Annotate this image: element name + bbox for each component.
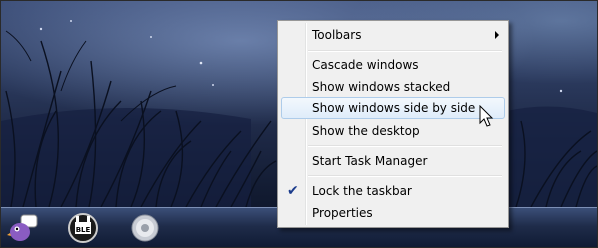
menu-item-label: Start Task Manager bbox=[312, 154, 428, 168]
uble-icon[interactable]: BLE bbox=[67, 212, 99, 244]
checkmark-icon: ✔ bbox=[287, 183, 299, 199]
menu-item-label: Lock the taskbar bbox=[312, 184, 412, 198]
menu-item-start-task-manager[interactable]: Start Task Manager bbox=[281, 150, 505, 172]
menu-item-label: Toolbars bbox=[312, 28, 362, 42]
menu-item-label: Show the desktop bbox=[312, 124, 420, 138]
menu-separator bbox=[308, 175, 502, 177]
speaker-icon[interactable] bbox=[129, 212, 161, 244]
menu-item-label: Properties bbox=[312, 206, 373, 220]
menu-item-show-windows-stacked[interactable]: Show windows stacked bbox=[281, 76, 505, 98]
svg-text:BLE: BLE bbox=[76, 226, 91, 234]
menu-item-show-windows-side-by-side[interactable]: Show windows side by side bbox=[281, 97, 505, 119]
menu-item-show-the-desktop[interactable]: Show the desktop bbox=[281, 120, 505, 142]
pidgin-bird-icon[interactable] bbox=[7, 212, 39, 244]
menu-item-label: Cascade windows bbox=[312, 58, 419, 72]
menu-item-toolbars[interactable]: Toolbars bbox=[281, 24, 505, 46]
menu-item-properties[interactable]: Properties bbox=[281, 202, 505, 224]
taskbar-context-menu: Toolbars Cascade windows Show windows st… bbox=[277, 20, 509, 228]
submenu-arrow-icon bbox=[495, 31, 499, 39]
mouse-cursor-icon bbox=[479, 105, 494, 127]
menu-item-cascade-windows[interactable]: Cascade windows bbox=[281, 54, 505, 76]
menu-separator bbox=[308, 50, 502, 52]
desktop: BLE Toolbars Cascade windows Show window… bbox=[0, 0, 598, 248]
menu-item-label: Show windows stacked bbox=[312, 80, 451, 94]
menu-item-label: Show windows side by side bbox=[312, 101, 476, 115]
menu-item-lock-the-taskbar[interactable]: ✔ Lock the taskbar bbox=[281, 180, 505, 202]
menu-separator bbox=[308, 145, 502, 147]
